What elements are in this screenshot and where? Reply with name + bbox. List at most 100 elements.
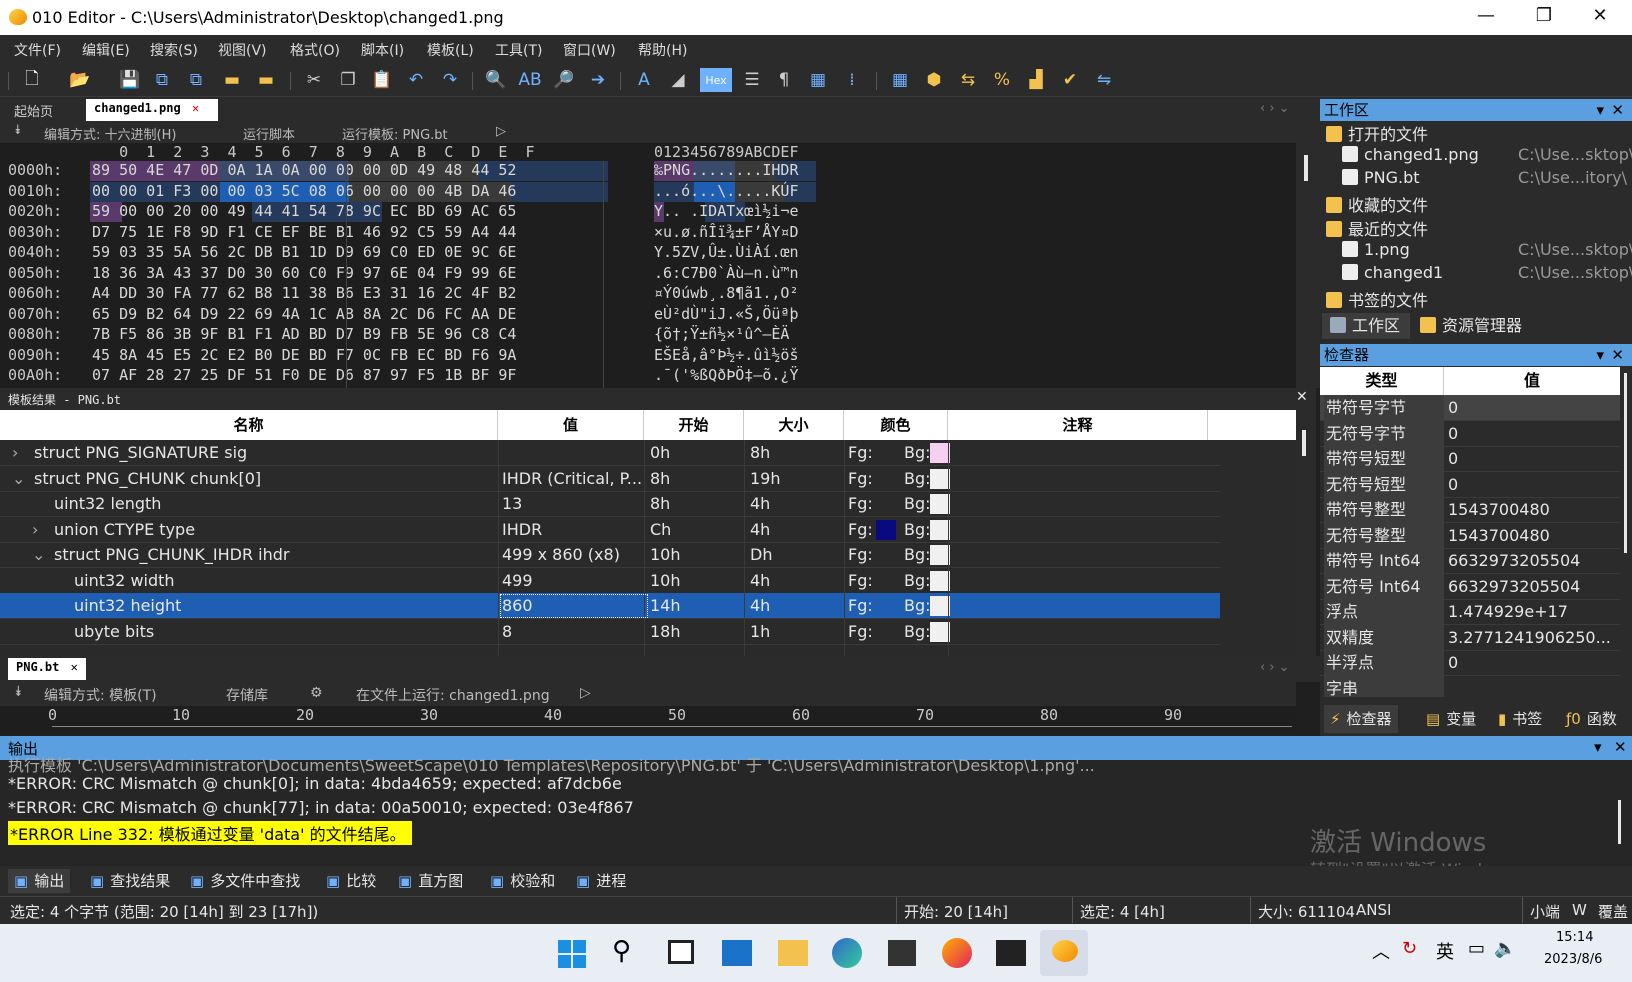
inspector-row[interactable]: 双精度 3.2771241906250... (1320, 624, 1620, 651)
inspector-row[interactable]: 带符号短型 0 (1320, 446, 1620, 472)
hex-bytes[interactable]: 18 36 3A 43 37 D0 30 60 C0 F9 97 6E 04 F… (92, 264, 516, 282)
hex-row[interactable]: 0090h: 45 8A 45 E5 2C E2 B0 DE BD F7 0C F… (0, 346, 1296, 367)
hex-bytes[interactable]: 00 00 01 F3 00 00 03 5C 08 06 00 00 00 4… (92, 182, 516, 200)
template-row[interactable]: › struct PNG_SIGNATURE sig 0h 8h Fg: Bg: (0, 440, 1220, 466)
template-edit-mode-dropdown[interactable]: 编辑方式: 模板(T) (44, 685, 157, 705)
bottom-tab[interactable]: ▣ 进程 (570, 869, 632, 893)
run-script-dropdown[interactable]: 运行脚本 (243, 124, 295, 143)
hex-ascii[interactable]: Y.5ZV,Û±.ÙiÀí.œn (654, 243, 799, 261)
template-row[interactable]: ubyte bits 8 18h 1h Fg: Bg: (0, 619, 1220, 645)
hex-ascii[interactable]: .6:C7Ð0`Àù—n.ù™n (654, 264, 799, 282)
inspector-tab[interactable]: ▤ 变量 (1420, 705, 1482, 733)
goto-icon[interactable]: ➔ (586, 68, 610, 92)
template-row[interactable]: ⌄ struct PNG_CHUNK_IHDR ihdr 499 x 860 (x8… (0, 542, 1220, 568)
terminal-icon[interactable] (996, 940, 1026, 966)
hex-bytes[interactable]: 7B F5 86 3B 9F B1 F1 AD BD D7 B9 FB 5E 9… (92, 325, 516, 343)
expand-arrow-icon[interactable]: ⌄ (32, 542, 48, 568)
status-overwrite[interactable]: 覆盖 (1598, 901, 1628, 922)
bg-color-swatch[interactable] (930, 519, 950, 540)
bottom-tab[interactable]: ▣ 比较 (320, 869, 382, 893)
close-window-button[interactable]: ✕ (1572, 0, 1628, 34)
menu-file[interactable]: 文件(F) (14, 40, 61, 60)
menu-format[interactable]: 格式(O) (290, 40, 340, 60)
hex-bytes[interactable]: 59 03 35 5A 56 2C DB B1 1D D9 69 C0 ED 0… (92, 243, 516, 261)
template-row[interactable]: ⌄ struct PNG_CHUNK chunk[0] IHDR (Critical… (0, 466, 1220, 492)
collapse2-icon[interactable]: ⯯ (14, 684, 22, 700)
grid-icon[interactable]: ▦ (806, 68, 830, 92)
workspace-item[interactable]: 打开的文件 (1326, 121, 1626, 145)
output-close-icon[interactable]: ✕ (1614, 738, 1627, 756)
store-icon[interactable] (888, 940, 916, 966)
hex-ascii[interactable]: {õ†;Ÿ±ñ­½×¹û^–ÈÄ (654, 325, 789, 343)
hex-row[interactable]: 00A0h: 07 AF 28 27 25 DF 51 F0 DE D6 87 9… (0, 366, 1296, 387)
output-menu-icon[interactable]: ▾ (1594, 738, 1602, 756)
swap-icon[interactable]: ⇆ (956, 68, 980, 92)
status-width[interactable]: W (1572, 901, 1587, 919)
hex-ascii[interactable]: eÙ²dÙ"iJ.«Š,Öüªþ (654, 305, 799, 323)
highlight-icon[interactable]: ◢ (666, 68, 690, 92)
bg-color-swatch[interactable] (930, 443, 950, 463)
bg-color-swatch[interactable] (930, 468, 950, 489)
tab-workspace[interactable]: 工作区 (1322, 313, 1410, 339)
tray-display-icon[interactable]: ▭ (1468, 938, 1485, 959)
template-scrollbar[interactable] (1296, 410, 1316, 656)
template-row[interactable]: › union CTYPE type IHDR Ch 4h Fg: Bg: (0, 517, 1220, 543)
base-convert-icon[interactable]: ⇋ (1092, 68, 1116, 92)
inspector-menu-icon[interactable]: ▾ (1596, 344, 1604, 366)
expand-arrow-icon[interactable]: ⌄ (12, 466, 28, 492)
menu-help[interactable]: 帮助(H) (638, 40, 687, 60)
hex-row[interactable]: 0050h: 18 36 3A 43 37 D0 30 60 C0 F9 97 6… (0, 264, 1296, 285)
open-folder-icon[interactable]: 📂 (68, 68, 92, 92)
cut-icon[interactable]: ✂ (302, 68, 326, 92)
010-editor-taskbar-button[interactable] (1040, 930, 1088, 976)
run-template-dropdown[interactable]: 运行模板: PNG.bt (342, 124, 448, 143)
undo-icon[interactable]: ↶ (404, 68, 428, 92)
save-as-icon[interactable]: ⧉ (150, 68, 174, 92)
bottom-tab[interactable]: ▣ 直方图 (392, 869, 469, 893)
hex-ascii[interactable]: ...ó...\.....KÚF (654, 182, 799, 200)
hex-row[interactable]: 0040h: 59 03 35 5A 56 2C DB B1 1D D9 69 C… (0, 243, 1296, 264)
hex-ascii[interactable]: ¤Ý0úwb¸.8¶ã1.,O² (654, 284, 799, 302)
col-start[interactable]: 开始 (644, 410, 744, 440)
menu-window[interactable]: 窗口(W) (563, 40, 616, 60)
pilcrow-icon[interactable]: ¶ (772, 68, 796, 92)
menu-script[interactable]: 脚本(I) (361, 40, 404, 60)
inspector-tab[interactable]: ƒ0 函数 (1560, 705, 1623, 733)
hex-row[interactable]: 0020h: 59 00 00 20 00 49 44 41 54 78 9C E… (0, 202, 1296, 223)
firefox-icon[interactable] (942, 938, 972, 968)
copy-icon[interactable]: ❐ (336, 68, 360, 92)
expand-arrow-icon[interactable]: › (12, 440, 28, 466)
find-icon[interactable]: 🔍 (484, 68, 508, 92)
hex-bytes[interactable]: 65 D9 B2 64 D9 22 69 4A 1C AB 8A 2C D6 F… (92, 305, 516, 323)
template-row[interactable]: uint32 height 860 14h 4h Fg: Bg: (0, 593, 1220, 619)
tab-start-page[interactable]: 起始页 (6, 99, 61, 121)
menu-template[interactable]: 模板(L) (427, 40, 474, 60)
file-explorer-icon[interactable] (778, 940, 808, 966)
collapse-icon[interactable]: ⯯ (14, 123, 22, 138)
workspace-item[interactable]: 最近的文件 (1326, 216, 1626, 240)
output-scrollbar[interactable] (1618, 800, 1621, 844)
hex-scrollbar[interactable] (1296, 121, 1320, 388)
hex-bytes[interactable]: 89 50 4E 47 0D 0A 1A 0A 00 00 00 0D 49 4… (92, 161, 516, 179)
workspace-item[interactable]: changed1 C:\Use...sktop\ (1342, 263, 1632, 282)
template-results-close-icon[interactable]: ✕ (1296, 389, 1308, 405)
redo-icon[interactable]: ↷ (438, 68, 462, 92)
tab2-scroll-arrows-icon[interactable]: ‹ › ⌄ (1260, 660, 1290, 675)
hex-row[interactable]: 0030h: D7 75 1E F8 9D F1 CE EF BE B1 46 9… (0, 223, 1296, 244)
clock-date[interactable]: 2023/8/6 (1544, 952, 1602, 967)
search-icon[interactable]: ⚲ (612, 936, 631, 966)
hex-bytes[interactable]: A4 DD 30 FA 77 62 B8 11 38 B6 E3 31 16 2… (92, 284, 516, 302)
workspace-item[interactable]: 1.png C:\Use...sktop\ (1342, 240, 1632, 259)
inspector-row[interactable]: 无符号 Int64 6632973205504 (1320, 573, 1620, 600)
tray-network-icon[interactable]: ↻ (1402, 938, 1417, 959)
tab-explorer[interactable]: 资源管理器 (1420, 313, 1522, 339)
bg-color-swatch[interactable] (930, 596, 950, 616)
bg-color-swatch[interactable] (930, 621, 950, 642)
bg-color-swatch[interactable] (930, 494, 950, 514)
tab-close-icon[interactable]: ✕ (192, 101, 199, 115)
menu-tools[interactable]: 工具(T) (495, 40, 542, 60)
inspector-close-icon[interactable]: ✕ (1611, 344, 1624, 366)
repo-settings-icon[interactable]: ⚙ (310, 685, 323, 701)
tab-png-bt[interactable]: PNG.bt ✕ (8, 658, 86, 680)
folders-icon[interactable]: ▬ (254, 68, 278, 92)
